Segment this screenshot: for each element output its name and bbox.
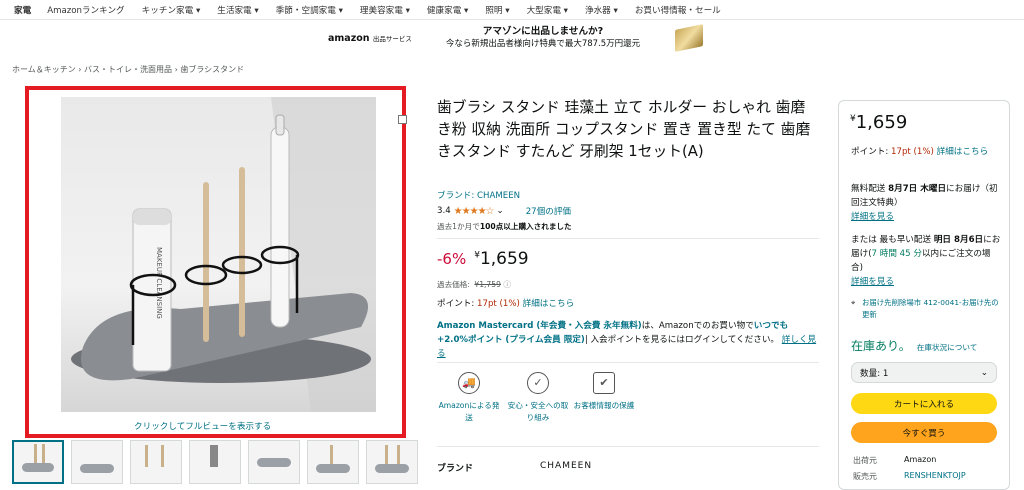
info-icon: ⓘ xyxy=(503,280,511,289)
mastercard-promo: Amazon Mastercard (年会費・入会費 永年無料)は、Amazon… xyxy=(437,321,817,359)
divider xyxy=(437,446,819,447)
fast-delivery-detail-link[interactable]: 詳細を見る xyxy=(851,277,894,287)
amazon-seller-logo: amazon 出品サービス xyxy=(328,32,412,44)
thumbnail[interactable] xyxy=(71,440,123,484)
spec-value: CHAMEEN xyxy=(540,461,593,471)
add-to-cart-button[interactable]: カートに入れる xyxy=(851,393,997,414)
thumbnail[interactable] xyxy=(12,440,64,484)
spec-key: ブランド xyxy=(437,464,474,474)
stock-status: 在庫あり。 在庫状況について xyxy=(851,339,978,353)
nav-item-seasonal[interactable]: 季節・空調家電 ▾ xyxy=(276,4,343,16)
points-row: ポイント: 17pt (1%) 詳細はこちら xyxy=(437,299,575,309)
chevron-down-icon: ⌄ xyxy=(980,367,988,378)
buybox-points-link[interactable]: 詳細はこちら xyxy=(937,147,989,157)
divider xyxy=(437,362,819,363)
buy-now-button[interactable]: 今すぐ買う xyxy=(851,422,997,443)
feature-safety[interactable]: ✓ 安心・安全への取り組み xyxy=(505,372,571,424)
banner-text: アマゾンに出品しませんか? 今なら新規出品者様向け特典で最大787.5万円還元 xyxy=(445,26,641,49)
brand-link[interactable]: ブランド: CHAMEEN xyxy=(437,189,520,201)
product-title: 歯ブラシ スタンド 珪藻土 立て ホルダー おしゃれ 歯磨き粉 収納 洗面所 コ… xyxy=(437,99,811,160)
price: ¥1,659 xyxy=(474,249,529,269)
secure-bag-icon: ✔ xyxy=(593,372,615,394)
gift-box-icon xyxy=(675,24,703,52)
rating-row: 3.4 ★★★★☆ ⌄ 27個の評価 xyxy=(437,205,571,218)
discount-badge: -6% xyxy=(437,250,467,268)
points-detail-link[interactable]: 詳細はこちら xyxy=(523,299,575,309)
rating-value: 3.4 xyxy=(437,206,451,216)
review-count-link[interactable]: 27個の評価 xyxy=(526,205,571,217)
thumbnail[interactable] xyxy=(366,440,418,484)
buybox-points: ポイント: 17pt (1%) 詳細はこちら xyxy=(851,147,989,157)
delivery-address[interactable]: ⌖ お届け先削除場市 412-0041-お届け先の更新 xyxy=(851,297,1001,321)
thumbnail[interactable] xyxy=(307,440,359,484)
delivery-detail-link[interactable]: 詳細を見る xyxy=(851,212,894,222)
zoom-handle[interactable] xyxy=(398,115,407,124)
location-pin-icon: ⌖ xyxy=(851,298,856,307)
feature-privacy[interactable]: ✔ お客様情報の保護 xyxy=(571,372,637,412)
thumbnail[interactable] xyxy=(248,440,300,484)
seller-link[interactable]: RENSHENKTOJP xyxy=(904,471,966,480)
price-row: -6% ¥1,659 xyxy=(437,249,529,269)
purchase-count: 過去1か月で100点以上購入されました xyxy=(437,222,572,231)
svg-text:MAKEUP CLEANSING: MAKEUP CLEANSING xyxy=(155,247,163,319)
category-nav: 家電 Amazonランキング キッチン家電 ▾ 生活家電 ▾ 季節・空調家電 ▾… xyxy=(0,0,1024,20)
past-price: 過去価格: ¥1,759 ⓘ xyxy=(437,280,511,289)
chevron-down-icon[interactable]: ⌄ xyxy=(497,206,504,216)
product-main-image[interactable]: MAKEUP CLEANSING xyxy=(61,97,376,412)
delivery-truck-icon: 🚚 xyxy=(458,372,480,394)
delivery-fastest: または 最も早い配送 明日 8月6日にお届け(7 時間 45 分以内にご注文の場… xyxy=(851,235,1001,287)
shipper-value: Amazon xyxy=(904,455,937,464)
nav-item-ranking[interactable]: Amazonランキング xyxy=(47,4,124,16)
seller-label: 販売元 xyxy=(853,472,877,481)
thumbnail[interactable] xyxy=(189,440,241,484)
nav-item-water[interactable]: 浄水器 ▾ xyxy=(585,4,618,16)
nav-item-health[interactable]: 健康家電 ▾ xyxy=(427,4,468,16)
buybox-price: ¥1,659 xyxy=(850,112,908,133)
full-view-link[interactable]: クリックしてフルビューを表示する xyxy=(134,420,271,432)
secure-badge-icon: ✓ xyxy=(527,372,549,394)
nav-item-deals[interactable]: お買い得情報・セール xyxy=(635,4,721,16)
nav-item-appliances[interactable]: 家電 xyxy=(14,4,31,16)
nav-item-beauty[interactable]: 理美容家電 ▾ xyxy=(360,4,410,16)
stock-info-link[interactable]: 在庫状況について xyxy=(917,343,978,352)
star-rating-icon[interactable]: ★★★★☆ xyxy=(454,206,495,217)
feature-amazon-shipping[interactable]: 🚚 Amazonによる発送 xyxy=(436,372,502,424)
breadcrumb[interactable]: ホーム＆キッチン › バス・トイレ・洗面用品 › 歯ブラシスタンド xyxy=(12,64,244,75)
thumbnail[interactable] xyxy=(130,440,182,484)
seller-banner[interactable]: amazon 出品サービス アマゾンに出品しませんか? 今なら新規出品者様向け特典… xyxy=(328,22,718,54)
thumbnail-strip xyxy=(12,440,425,484)
nav-item-large[interactable]: 大型家電 ▾ xyxy=(527,4,568,16)
delivery-free: 無料配送 8月7日 木曜日にお届け（初回注文特典） 詳細を見る xyxy=(851,184,998,222)
shipper-label: 出荷元 xyxy=(853,456,877,465)
nav-item-living[interactable]: 生活家電 ▾ xyxy=(217,4,258,16)
nav-item-lighting[interactable]: 照明 ▾ xyxy=(485,4,509,16)
quantity-select[interactable]: 数量: 1 ⌄ xyxy=(851,362,997,383)
nav-item-kitchen[interactable]: キッチン家電 ▾ xyxy=(142,4,201,16)
divider xyxy=(437,238,819,239)
